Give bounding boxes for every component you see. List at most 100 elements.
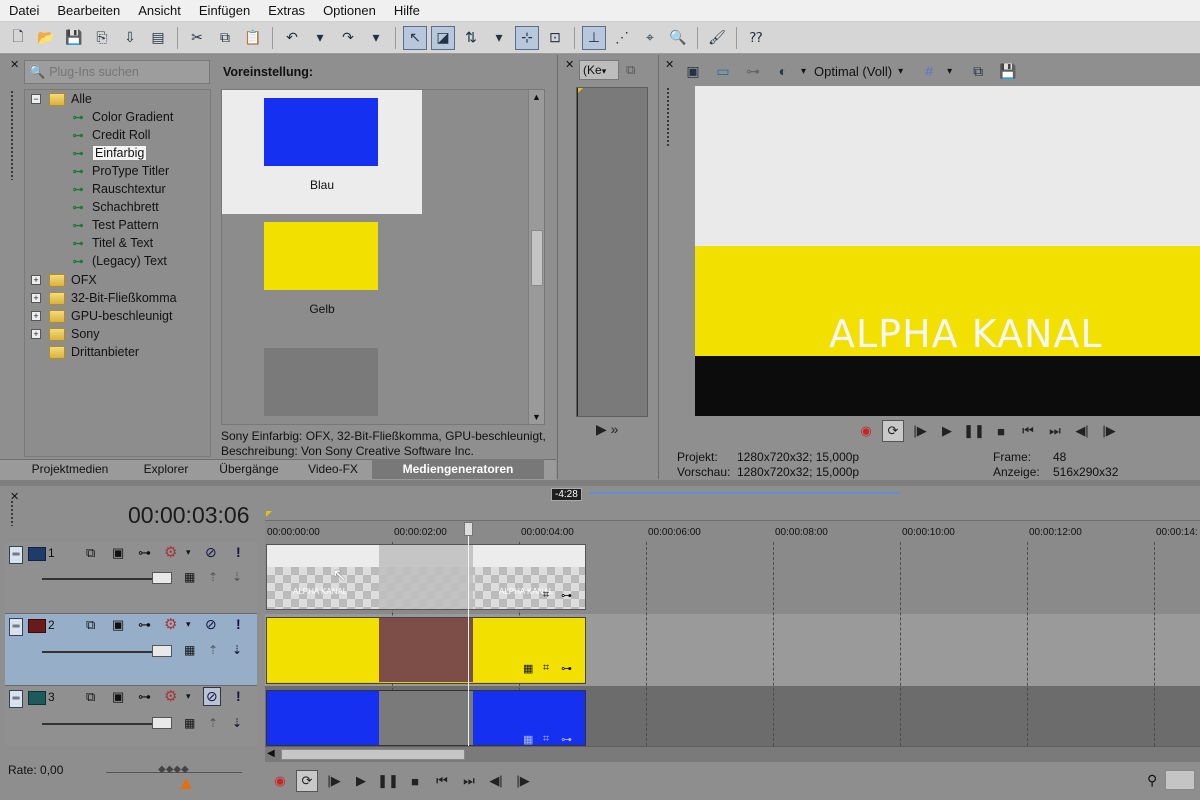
open-folder-icon[interactable]: 📂 (34, 26, 58, 50)
composite-child-icon[interactable]: ▦ (184, 716, 195, 730)
motion-icon[interactable]: ▣ (112, 545, 124, 561)
track-fx-icon[interactable]: ⊶ (138, 617, 151, 633)
tab-uebergaenge[interactable]: Übergänge (210, 459, 288, 479)
next-frame-icon[interactable]: |▶ (512, 770, 534, 792)
video-clip[interactable]: ▦ ⌗ ⊶ (266, 617, 586, 684)
stop-icon[interactable]: ■ (404, 770, 426, 792)
record-icon[interactable]: ◉ (269, 770, 291, 792)
slider-handle[interactable] (152, 572, 172, 584)
brush-icon[interactable]: 🖌 (705, 26, 729, 50)
play-from-start-icon[interactable]: |▶ (323, 770, 345, 792)
event-fx-icon[interactable]: ⊶ (561, 589, 572, 602)
menu-einfuegen[interactable]: Einfügen (190, 0, 259, 22)
opacity-slider[interactable] (42, 723, 152, 725)
track-fx-icon[interactable]: ⊶ (138, 689, 151, 705)
whats-this-help-icon[interactable]: ⁇ (744, 26, 768, 50)
chevron-down-icon[interactable]: ▾ (947, 66, 952, 77)
solo-icon[interactable]: ! (236, 616, 241, 632)
parent-arrow-icon[interactable]: ⇡ (208, 570, 218, 584)
tree-folder-ofx[interactable]: + OFX (31, 271, 97, 289)
scroll-handle[interactable] (1165, 770, 1195, 790)
chevron-down-icon[interactable]: ▾ (186, 619, 191, 630)
tab-projektmedien[interactable]: Projektmedien (20, 459, 120, 479)
pause-icon[interactable]: ❚❚ (377, 770, 399, 792)
mute-icon[interactable]: ⊘ (205, 544, 217, 561)
next-frame-icon[interactable]: |▶ (1098, 420, 1120, 442)
tree-item-test-pattern[interactable]: ⊶ Test Pattern (69, 216, 159, 234)
scroll-thumb[interactable] (281, 749, 465, 760)
marker-tool-icon[interactable]: ⚲ (1147, 772, 1157, 789)
paste-icon[interactable]: 📋 (241, 26, 265, 50)
tree-folder-sony[interactable]: + Sony (31, 325, 100, 343)
scroll-thumb[interactable] (531, 230, 543, 286)
tree-folder-gpu[interactable]: + GPU-beschleunigt (31, 307, 172, 325)
playhead[interactable] (468, 522, 469, 748)
gear-icon[interactable]: ⚙ (164, 615, 177, 633)
scroll-left-icon[interactable]: ◀ (267, 748, 275, 759)
tab-explorer[interactable]: Explorer (126, 459, 206, 479)
track-minimize-icon[interactable]: ═ (9, 690, 23, 708)
menu-datei[interactable]: Datei (0, 0, 48, 22)
undo-dropdown-icon[interactable]: ▾ (308, 26, 332, 50)
zoom-tool-icon[interactable]: 🔍 (666, 26, 690, 50)
menu-ansicht[interactable]: Ansicht (129, 0, 190, 22)
preset-item[interactable]: Gelb (222, 214, 422, 338)
pause-icon[interactable]: ❚❚ (963, 420, 985, 442)
save-as-icon[interactable]: ⎘ (90, 26, 114, 50)
save-snapshot-icon[interactable]: 💾 (996, 59, 1020, 83)
preset-item[interactable] (222, 338, 422, 424)
parent-arrow-icon[interactable]: ⇡ (208, 716, 218, 730)
playhead-handle[interactable] (464, 522, 473, 536)
child-arrow-icon[interactable]: ⇣ (232, 570, 242, 584)
trimmer-transport[interactable]: ▶ » (596, 421, 618, 438)
tree-item-schachbrett[interactable]: ⊶ Schachbrett (69, 198, 159, 216)
composite-child-icon[interactable]: ▦ (184, 643, 195, 657)
gear-icon[interactable]: ⚙ (164, 687, 177, 705)
gear-icon[interactable]: ⚙ (164, 543, 177, 561)
parent-arrow-icon[interactable]: ⇡ (208, 643, 218, 657)
redo-dropdown-icon[interactable]: ▾ (364, 26, 388, 50)
envelope-tool-icon[interactable]: ◪ (431, 25, 455, 50)
chevron-down-icon[interactable]: ▾ (801, 66, 806, 77)
collapse-icon[interactable]: − (31, 94, 41, 104)
rate-slider-handle[interactable] (180, 778, 192, 789)
tab-mediengeneratoren[interactable]: Mediengeneratoren (372, 459, 544, 479)
composite-child-icon[interactable]: ▦ (184, 570, 195, 584)
slider-handle[interactable] (152, 645, 172, 657)
tree-item-titel-text[interactable]: ⊶ Titel & Text (69, 234, 154, 252)
play-icon[interactable]: ▶ (936, 420, 958, 442)
close-icon[interactable]: ✕ (565, 58, 574, 71)
composite-mode-icon[interactable]: ⧉ (86, 689, 95, 705)
mute-icon[interactable]: ⊘ (205, 616, 217, 633)
snapping-icon[interactable]: ⊥ (582, 25, 606, 50)
slider-handle[interactable] (152, 717, 172, 729)
properties-icon[interactable]: ▤ (146, 26, 170, 50)
loop-icon[interactable]: ⟳ (882, 420, 904, 442)
composite-mode-icon[interactable]: ⧉ (86, 545, 95, 561)
opacity-slider[interactable] (42, 651, 152, 653)
redo-icon[interactable]: ↷ (336, 26, 360, 50)
chevron-down-icon[interactable]: ▾ (186, 547, 191, 558)
menu-extras[interactable]: Extras (259, 0, 314, 22)
previous-frame-icon[interactable]: ◀| (1071, 420, 1093, 442)
event-pan-icon[interactable]: ▦ (523, 733, 533, 745)
copy-icon[interactable]: ⧉ (213, 26, 237, 50)
track-minimize-icon[interactable]: ═ (9, 546, 23, 564)
tree-item-protype-titler[interactable]: ⊶ ProType Titler (69, 162, 170, 180)
expand-icon[interactable]: + (31, 275, 41, 285)
video-clip[interactable]: ▦ ⌗ ⊶ (266, 690, 586, 746)
preview-quality[interactable]: Optimal (Voll) (814, 64, 892, 79)
tree-item-root[interactable]: − Alle (31, 90, 92, 108)
timeline-hscrollbar[interactable]: ◀ (265, 746, 1200, 762)
expand-icon[interactable]: + (31, 311, 41, 321)
overlay-icon[interactable]: ◐ (771, 59, 795, 83)
auto-crossfade-icon[interactable]: ⋰ (610, 26, 634, 50)
motion-icon[interactable]: ▣ (112, 617, 124, 633)
save-icon[interactable]: 💾 (62, 26, 86, 50)
auto-ripple-icon[interactable]: ⊹ (515, 25, 539, 50)
edit-tool-icon[interactable]: ⌖ (638, 26, 662, 50)
presets-scrollbar[interactable]: ▲ ▼ (528, 90, 544, 424)
play-from-start-icon[interactable]: |▶ (909, 420, 931, 442)
search-input[interactable] (49, 65, 200, 79)
motion-icon[interactable]: ▣ (112, 689, 124, 705)
